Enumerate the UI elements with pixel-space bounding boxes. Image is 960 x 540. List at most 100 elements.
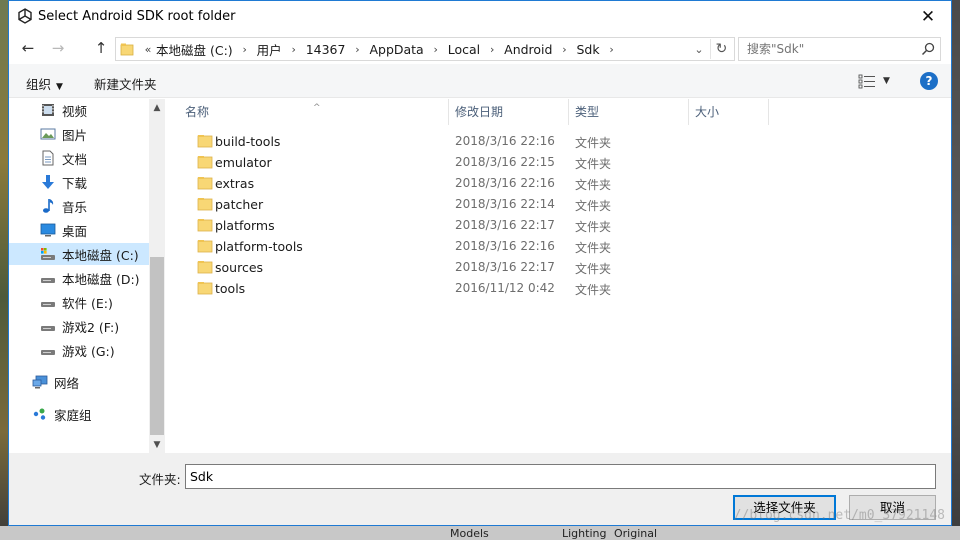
column-header-name[interactable]: 名称 ^ [167,99,449,125]
close-icon: ✕ [920,6,936,27]
breadcrumb-item-user[interactable]: 14367 [306,42,346,57]
sidebar-item-label: 文档 [62,151,88,167]
sidebar-item-c-drive[interactable]: 本地磁盘 (C:) [9,243,149,265]
sidebar-item-label: 网络 [54,375,80,391]
folder-icon [197,198,213,211]
folder-icon [197,261,213,274]
sidebar-item-homegroup[interactable]: 家庭组 [9,403,149,425]
column-header-type[interactable]: 类型 [569,99,689,125]
table-row[interactable]: platform-tools 2018/3/16 22:16 文件夹 [167,236,611,257]
file-type: 文件夹 [575,136,612,150]
file-name: platform-tools [215,239,303,254]
documents-icon [42,150,54,166]
new-folder-label: 新建文件夹 [94,77,157,92]
column-header-size[interactable]: 大小 [689,99,769,125]
sidebar-item-label: 家庭组 [54,407,92,423]
sidebar-item-label: 游戏 (G:) [62,343,115,359]
watermark-text: //blog.csdn.net/m0_37921148 [733,508,945,523]
background-app-left-edge [0,0,8,540]
sidebar-item-videos[interactable]: 视频 [9,99,149,121]
refresh-button[interactable]: ↻ [710,39,732,59]
address-history-dropdown[interactable]: ⌄ [690,39,708,59]
file-date: 2018/3/16 22:16 [455,134,555,148]
folder-icon [197,135,213,148]
breadcrumb-item-sdk[interactable]: Sdk [576,42,599,57]
breadcrumb-separator-icon[interactable]: › [480,43,504,56]
breadcrumb-overflow-icon[interactable]: « [140,43,156,56]
folder-icon [120,43,134,56]
breadcrumb-item-android[interactable]: Android [504,42,552,57]
file-type: 文件夹 [575,178,612,192]
address-bar[interactable]: « 本地磁盘 (C:) › 用户 › 14367 › AppData › Loc… [115,37,735,61]
new-folder-button[interactable]: 新建文件夹 [94,74,157,93]
drive-icon [41,302,55,307]
column-header-date[interactable]: 修改日期 [449,99,569,125]
folder-name-input[interactable] [185,464,936,489]
breadcrumb-item-c-drive[interactable]: 本地磁盘 (C:) [156,40,233,59]
help-icon[interactable]: ? [920,72,938,90]
sidebar-item-f-drive[interactable]: 游戏2 (F:) [9,315,149,337]
file-date: 2018/3/16 22:16 [455,176,555,190]
table-row[interactable]: extras 2018/3/16 22:16 文件夹 [167,173,611,194]
table-row[interactable]: build-tools 2018/3/16 22:16 文件夹 [167,131,611,152]
breadcrumb-separator-icon[interactable]: › [282,43,306,56]
sidebar-item-g-drive[interactable]: 游戏 (G:) [9,339,149,361]
sidebar-item-downloads[interactable]: 下载 [9,171,149,193]
breadcrumb-separator-icon[interactable]: › [233,43,257,56]
breadcrumb-item-users[interactable]: 用户 [257,40,282,59]
view-details-icon[interactable] [858,73,876,89]
sidebar-item-d-drive[interactable]: 本地磁盘 (D:) [9,267,149,289]
drive-icon [41,326,55,331]
forward-button[interactable]: → [47,38,69,58]
breadcrumb-separator-icon[interactable]: › [600,43,624,56]
refresh-icon: ↻ [715,41,728,57]
breadcrumb-separator-icon[interactable]: › [345,43,369,56]
background-app-bottom-strip: Models Lighting Original [0,526,960,540]
sidebar-item-label: 游戏2 (F:) [62,319,120,335]
search-box[interactable] [738,37,941,61]
back-button[interactable]: ← [17,38,39,58]
organize-menu-button[interactable]: 组织 ▼ [26,74,63,93]
table-row[interactable]: tools 2016/11/12 0:42 文件夹 [167,278,611,299]
scroll-up-button[interactable]: ▲ [149,99,165,116]
chevron-down-icon: ⌄ [694,42,704,56]
table-row[interactable]: sources 2018/3/16 22:17 文件夹 [167,257,611,278]
scroll-thumb[interactable] [150,257,164,435]
breadcrumb: « 本地磁盘 (C:) › 用户 › 14367 › AppData › Loc… [140,38,624,60]
scroll-down-button[interactable]: ▼ [149,436,165,453]
file-name: extras [215,176,255,191]
breadcrumb-separator-icon[interactable]: › [424,43,448,56]
sidebar-item-pictures[interactable]: 图片 [9,123,149,145]
close-button[interactable]: ✕ [905,1,951,32]
table-row[interactable]: platforms 2018/3/16 22:17 文件夹 [167,215,611,236]
file-list: 名称 ^ 修改日期 类型 大小 build-tools 2018/3/16 22… [167,99,951,453]
folder-icon [197,177,213,190]
folder-icon [197,240,213,253]
breadcrumb-item-appdata[interactable]: AppData [369,42,423,57]
unity-logo-icon [18,8,32,24]
background-tab-models: Models [450,527,489,540]
file-type: 文件夹 [575,283,612,297]
file-date: 2018/3/16 22:17 [455,260,555,274]
breadcrumb-separator-icon[interactable]: › [552,43,576,56]
title-bar[interactable]: Select Android SDK root folder ✕ [9,1,951,32]
table-row[interactable]: emulator 2018/3/16 22:15 文件夹 [167,152,611,173]
search-input[interactable] [747,40,917,58]
chevron-up-icon: ▲ [153,102,161,113]
file-type: 文件夹 [575,157,612,171]
navigation-pane-scrollbar[interactable]: ▲ ▼ [149,99,165,453]
sidebar-item-desktop[interactable]: 桌面 [9,219,149,241]
view-options-caret-icon[interactable]: ▼ [883,76,890,86]
sidebar-item-e-drive[interactable]: 软件 (E:) [9,291,149,313]
sidebar-item-network[interactable]: 网络 [9,371,149,393]
file-type: 文件夹 [575,241,612,255]
search-icon[interactable] [920,41,936,57]
up-button[interactable]: ↑ [90,38,112,58]
table-row[interactable]: patcher 2018/3/16 22:14 文件夹 [167,194,611,215]
sidebar-item-music[interactable]: 音乐 [9,195,149,217]
breadcrumb-item-local[interactable]: Local [448,42,480,57]
background-tab-lighting: Lighting [562,527,607,540]
background-app-right-edge [952,0,960,540]
sidebar-item-documents[interactable]: 文档 [9,147,149,169]
system-drive-icon [41,248,55,260]
